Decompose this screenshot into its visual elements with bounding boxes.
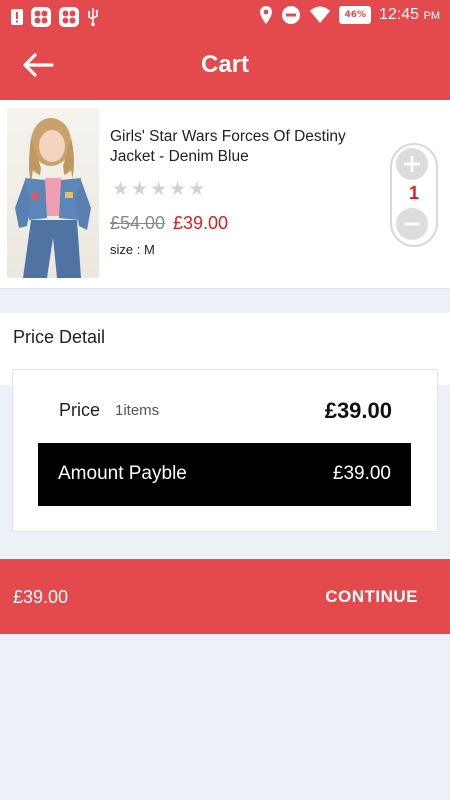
- star-icon: ★: [112, 178, 132, 200]
- app-bar: Cart: [0, 32, 450, 100]
- product-image[interactable]: [7, 108, 99, 278]
- product-photo: [15, 118, 91, 278]
- product-name[interactable]: Girls' Star Wars Forces Of Destiny Jacke…: [110, 127, 380, 167]
- price-label: Price: [59, 400, 101, 420]
- star-icon: ★: [169, 178, 189, 200]
- sale-price: £39.00: [173, 213, 229, 233]
- star-icon: ★: [188, 178, 208, 200]
- star-icon: ★: [150, 178, 170, 200]
- clock-ampm: PM: [423, 10, 441, 22]
- quantity-value: 1: [408, 183, 419, 203]
- usb-icon: [88, 8, 99, 27]
- price-detail-card: Price 1items £39.00 Amount Payble £39.00: [12, 369, 438, 532]
- cart-item: Girls' Star Wars Forces Of Destiny Jacke…: [0, 100, 450, 289]
- star-icon: ★: [131, 178, 151, 200]
- rating-stars: ★★★★★: [112, 178, 207, 200]
- footer-total: £39.00: [13, 587, 69, 607]
- decrease-quantity-button[interactable]: [396, 208, 428, 240]
- increase-quantity-button[interactable]: [396, 148, 428, 180]
- items-count: 1items: [115, 402, 160, 419]
- plus-circle-icon: [397, 149, 427, 179]
- page-title: Cart: [200, 51, 249, 78]
- wifi-icon: [310, 6, 331, 23]
- amount-payable-label: Amount Payble: [58, 463, 187, 484]
- do-not-disturb-icon: [282, 6, 301, 24]
- location-icon: [260, 6, 273, 24]
- minus-circle-icon: [397, 209, 427, 239]
- amount-payable-value: £39.00: [332, 463, 391, 484]
- continue-button[interactable]: CONTINUE: [325, 587, 418, 607]
- battery-icon: 46%: [339, 6, 371, 24]
- quantity-stepper: 1: [390, 143, 438, 247]
- app-icon: [59, 7, 79, 27]
- size-label: size : M: [110, 242, 155, 257]
- clock-time: 12:45: [379, 6, 420, 23]
- app-icon: [31, 7, 51, 27]
- price-detail-title: Price Detail: [13, 327, 106, 347]
- original-price: £54.00: [110, 213, 166, 233]
- price-value: £39.00: [324, 398, 392, 423]
- checkout-bar: £39.00 CONTINUE: [0, 559, 450, 634]
- amount-payable-row: Amount Payble £39.00: [38, 443, 411, 506]
- clock: 12:45 PM: [379, 6, 440, 24]
- alert-icon: [11, 9, 23, 25]
- status-bar: 46% 12:45 PM: [0, 0, 450, 32]
